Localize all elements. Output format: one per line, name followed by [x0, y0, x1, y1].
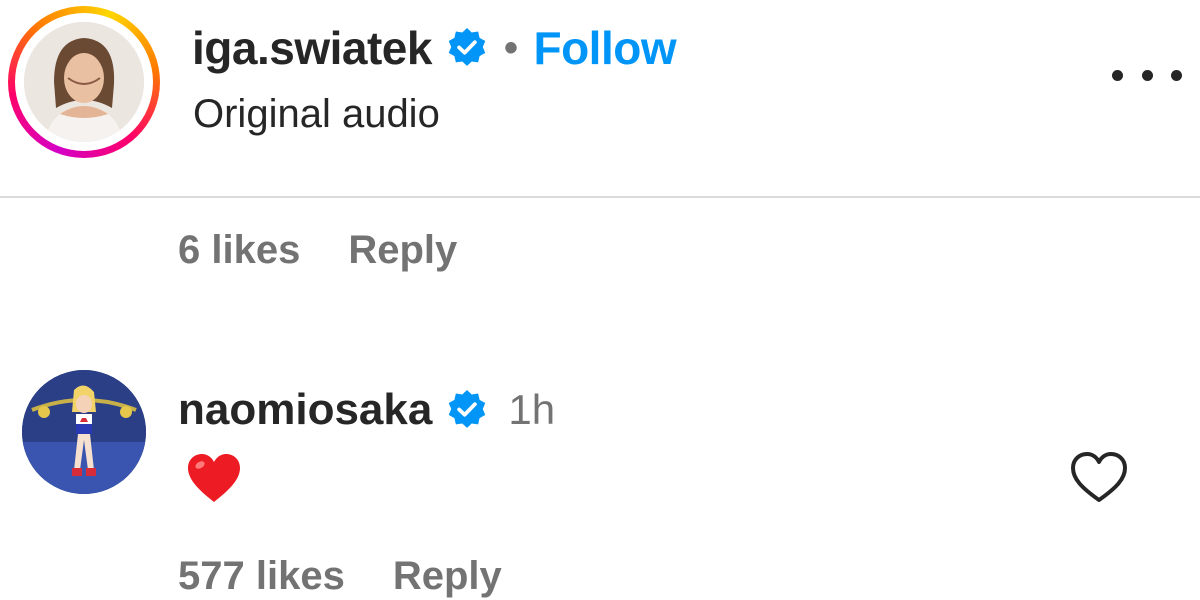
verified-badge-icon [449, 390, 486, 428]
more-dot [1141, 69, 1153, 81]
story-ring[interactable] [8, 6, 160, 158]
avatar-naomiosaka[interactable] [22, 370, 146, 494]
comment-meta-row: 577 likes Reply [178, 554, 502, 599]
header-divider [0, 196, 1200, 198]
avatar-image [22, 370, 146, 494]
reply-button[interactable]: Reply [393, 554, 502, 599]
comment-meta-row: 6 likes Reply [178, 228, 457, 273]
more-dot [1112, 69, 1123, 81]
story-ring-inner [15, 13, 153, 151]
comment-username[interactable]: naomiosaka [178, 385, 432, 435]
post-username[interactable]: iga.swiatek [192, 21, 432, 75]
post-username-row: iga.swiatek • Follow [192, 18, 677, 78]
comment-likes-count[interactable]: 577 likes [178, 554, 345, 599]
comment-user-row: naomiosaka 1h [178, 380, 555, 440]
more-options-icon[interactable] [1112, 60, 1182, 90]
red-heart-emoji-icon [188, 454, 240, 502]
more-dot [1171, 69, 1182, 81]
separator-dot: • [503, 25, 518, 70]
audio-subtitle[interactable]: Original audio [193, 92, 440, 137]
reply-button[interactable]: Reply [348, 228, 457, 273]
comment-timestamp[interactable]: 1h [508, 386, 555, 434]
follow-button[interactable]: Follow [533, 21, 676, 75]
verified-badge-icon [448, 28, 486, 66]
heart-like-icon[interactable] [1068, 448, 1130, 506]
post-header: iga.swiatek • Follow Original audio [0, 0, 1200, 196]
avatar-image [24, 22, 144, 142]
comment-likes-count[interactable]: 6 likes [178, 228, 300, 273]
avatar-iga-swiatek[interactable] [24, 22, 144, 142]
